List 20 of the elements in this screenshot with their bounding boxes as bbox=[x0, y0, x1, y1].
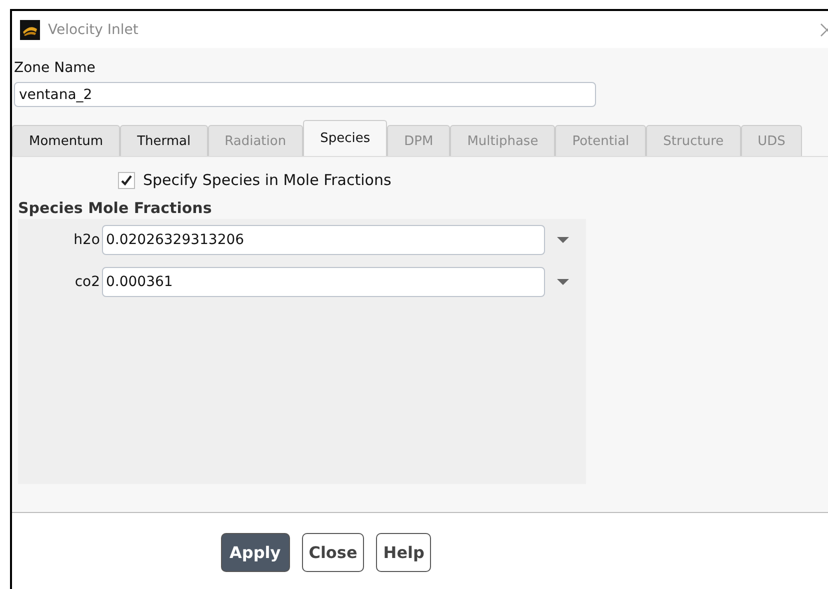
fraction-field[interactable]: 0.02026329313206 bbox=[102, 225, 545, 255]
species-label: h2o bbox=[72, 232, 101, 248]
section-title: Species Mole Fractions bbox=[18, 199, 213, 219]
dropdown-caret-icon[interactable] bbox=[557, 279, 569, 285]
tab[interactable]: Thermal bbox=[120, 125, 208, 156]
zone-name-field[interactable]: ventana_2 bbox=[14, 82, 596, 107]
close-icon[interactable] bbox=[820, 22, 828, 36]
zone-name-label: Zone Name bbox=[13, 60, 96, 78]
dialog-button[interactable]: Help bbox=[376, 533, 432, 572]
dropdown-caret-icon[interactable] bbox=[557, 237, 569, 243]
tab[interactable]: Momentum bbox=[12, 125, 120, 156]
window-title: Velocity Inlet bbox=[48, 22, 140, 38]
dialog-button[interactable]: Apply bbox=[220, 533, 290, 572]
checkbox[interactable] bbox=[118, 172, 135, 188]
fraction-field[interactable]: 0.000361 bbox=[102, 267, 545, 297]
species-label: co2 bbox=[74, 274, 101, 290]
dialog-button[interactable]: Close bbox=[302, 533, 364, 572]
checkbox-label: Specify Species in Mole Fractions bbox=[143, 171, 392, 189]
tab[interactable]: Species bbox=[303, 120, 388, 156]
app-logo-icon bbox=[20, 20, 40, 40]
